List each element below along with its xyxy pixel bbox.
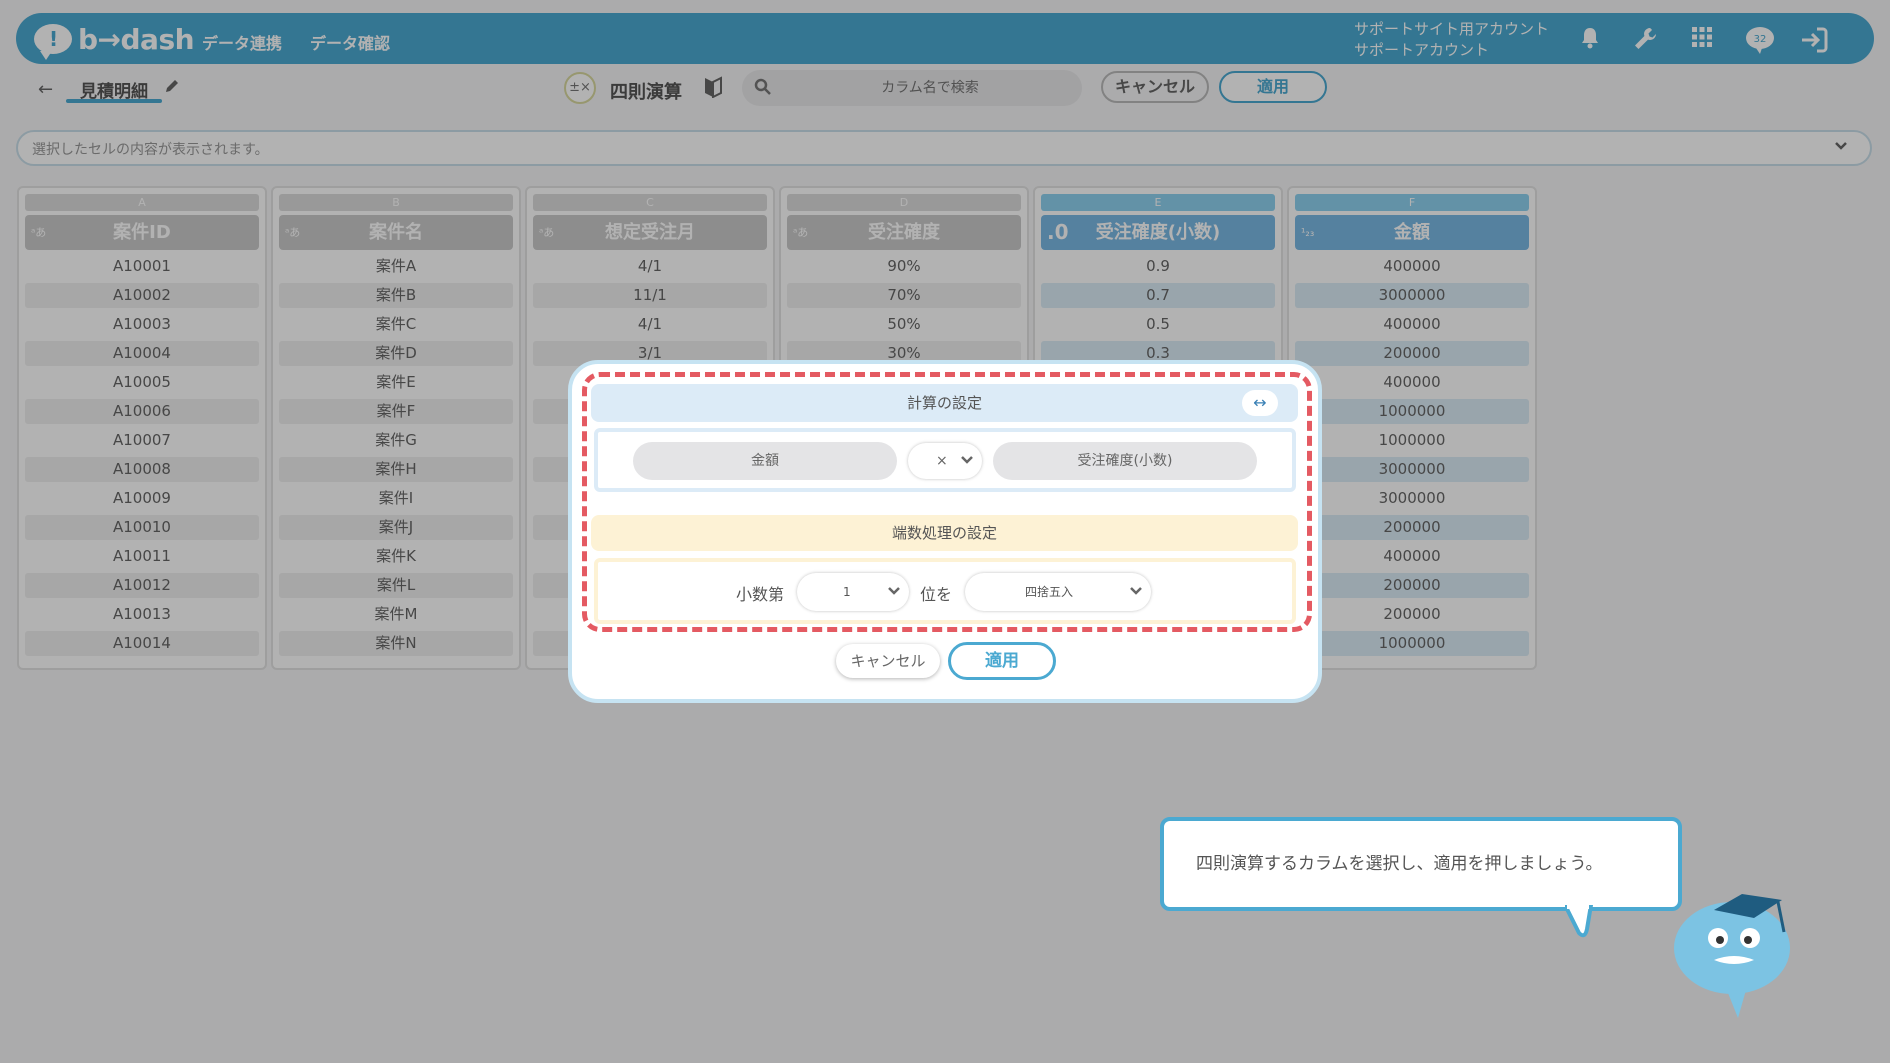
tutorial-tip-bubble: 四則演算するカラムを選択し、適用を押しましょう。 [1160,817,1682,911]
modal-apply-button[interactable]: 適用 [948,642,1056,680]
brain-mascot-illustration [1674,894,1790,1018]
tip-bubble-tail [1565,905,1593,938]
highlight-dashed-frame [582,372,1312,632]
modal-cancel-button[interactable]: キャンセル [836,644,940,678]
